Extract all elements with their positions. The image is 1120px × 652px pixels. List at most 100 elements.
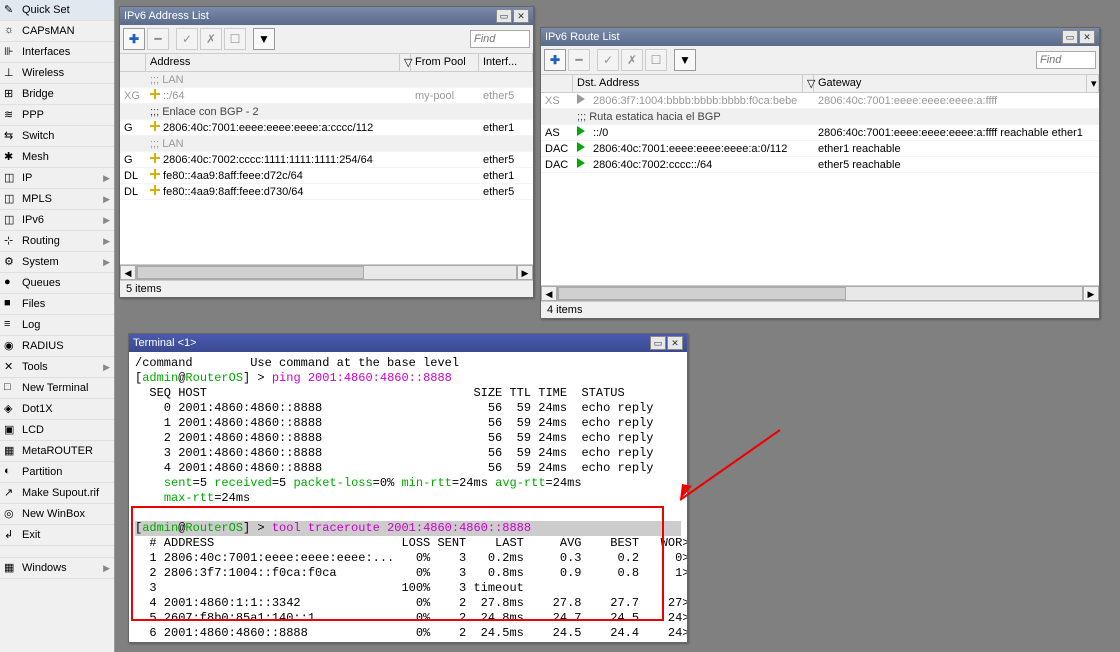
table-row[interactable]: ;;; Enlace con BGP - 2: [120, 104, 533, 120]
close-button[interactable]: ✕: [513, 9, 529, 23]
table-row[interactable]: DL fe80::4aa9:8aff:feee:d72c/64ether1: [120, 168, 533, 184]
sidebar-item-ppp[interactable]: ≋PPP: [0, 105, 114, 126]
menu-icon: ◫: [4, 192, 18, 206]
status-bar: 5 items: [120, 280, 533, 297]
address-icon: [150, 121, 160, 131]
window-titlebar[interactable]: IPv6 Address List ▭ ✕: [120, 7, 533, 25]
windows-icon: ▦: [4, 561, 18, 575]
enable-button[interactable]: ✓: [597, 49, 619, 71]
comment-button[interactable]: ☐: [645, 49, 667, 71]
sidebar-item-label: Switch: [22, 130, 110, 142]
sidebar-item-tools[interactable]: ✕Tools▶: [0, 357, 114, 378]
sidebar-item-dot1x[interactable]: ◈Dot1X: [0, 399, 114, 420]
menu-icon: ●: [4, 276, 18, 290]
menu-icon: ≡: [4, 318, 18, 332]
table-row[interactable]: DAC2806:40c:7001:eeee:eeee:eeee:a:0/112e…: [541, 141, 1099, 157]
sidebar-item-label: MPLS: [22, 193, 103, 205]
col-address[interactable]: Address: [146, 54, 400, 71]
sidebar-item-label: Queues: [22, 277, 110, 289]
sidebar-item-log[interactable]: ≡Log: [0, 315, 114, 336]
sidebar-item-queues[interactable]: ● Queues: [0, 273, 114, 294]
table-row[interactable]: G 2806:40c:7002:cccc:1111:1111:1111:254/…: [120, 152, 533, 168]
find-input[interactable]: [1036, 51, 1096, 69]
sort-indicator: ▽: [400, 54, 411, 71]
sidebar-item-partition[interactable]: ◐Partition: [0, 462, 114, 483]
table-row[interactable]: G 2806:40c:7001:eeee:eeee:eeee:a:cccc/11…: [120, 120, 533, 136]
minimize-button[interactable]: ▭: [496, 9, 512, 23]
col-dst-address[interactable]: Dst. Address: [573, 75, 803, 92]
menu-icon: ⊪: [4, 45, 18, 59]
close-button[interactable]: ✕: [1079, 30, 1095, 44]
terminal-output[interactable]: /command Use command at the base level[a…: [129, 352, 687, 642]
col-gateway[interactable]: Gateway: [814, 75, 1087, 92]
sidebar-item-metarouter[interactable]: ▦MetaROUTER: [0, 441, 114, 462]
col-from-pool[interactable]: From Pool: [411, 54, 479, 71]
filter-button[interactable]: ▼: [674, 49, 696, 71]
menu-icon: ◫: [4, 171, 18, 185]
sidebar-item-ipv6[interactable]: ◫IPv6▶: [0, 210, 114, 231]
table-row[interactable]: XS2806:3f7:1004:bbbb:bbbb:bbbb:f0ca:bebe…: [541, 93, 1099, 109]
find-input[interactable]: [470, 30, 530, 48]
sidebar-item-files[interactable]: ■Files: [0, 294, 114, 315]
disable-button[interactable]: ✗: [621, 49, 643, 71]
table-row[interactable]: DAC2806:40c:7002:cccc::/64ether5 reachab…: [541, 157, 1099, 173]
sidebar-item-make-supout.rif[interactable]: ↗Make Supout.rif: [0, 483, 114, 504]
table-row[interactable]: ;;; LAN: [120, 136, 533, 152]
menu-icon: ▣: [4, 423, 18, 437]
sidebar-item-ip[interactable]: ◫IP▶: [0, 168, 114, 189]
window-titlebar[interactable]: IPv6 Route List ▭ ✕: [541, 28, 1099, 46]
add-button[interactable]: ✚: [123, 28, 145, 50]
add-button[interactable]: ✚: [544, 49, 566, 71]
remove-button[interactable]: ━: [147, 28, 169, 50]
window-titlebar[interactable]: Terminal <1> ▭ ✕: [129, 334, 687, 352]
menu-icon: ⊹: [4, 234, 18, 248]
sidebar-item-wireless[interactable]: ⊥Wireless: [0, 63, 114, 84]
table-header: Dst. Address ▽ Gateway ▾: [541, 75, 1099, 93]
sidebar-item-new-terminal[interactable]: □New Terminal: [0, 378, 114, 399]
sidebar-item-capsman[interactable]: ☼CAPsMAN: [0, 21, 114, 42]
window-title: Terminal <1>: [133, 337, 649, 349]
close-button[interactable]: ✕: [667, 336, 683, 350]
menu-icon: ✱: [4, 150, 18, 164]
address-icon: [150, 89, 160, 99]
minimize-button[interactable]: ▭: [1062, 30, 1078, 44]
sidebar-item-interfaces[interactable]: ⊪Interfaces: [0, 42, 114, 63]
col-dropdown[interactable]: ▾: [1087, 75, 1099, 92]
minimize-button[interactable]: ▭: [650, 336, 666, 350]
sidebar-item-switch[interactable]: ⇆Switch: [0, 126, 114, 147]
horizontal-scrollbar[interactable]: ◀ ▶: [541, 285, 1099, 301]
disable-button[interactable]: ✗: [200, 28, 222, 50]
table-row[interactable]: ;;; LAN: [120, 72, 533, 88]
terminal-window: Terminal <1> ▭ ✕ /command Use command at…: [128, 333, 688, 643]
filter-button[interactable]: ▼: [253, 28, 275, 50]
sidebar-item-mpls[interactable]: ◫MPLS▶: [0, 189, 114, 210]
table-row[interactable]: AS::/02806:40c:7001:eeee:eeee:eeee:a:fff…: [541, 125, 1099, 141]
enable-button[interactable]: ✓: [176, 28, 198, 50]
sidebar-item-quick-set[interactable]: ✎Quick Set: [0, 0, 114, 21]
table-row[interactable]: XG ::/64my-poolether5: [120, 88, 533, 104]
sidebar-item-new-winbox[interactable]: ◎New WinBox: [0, 504, 114, 525]
sidebar-item-label: Routing: [22, 235, 103, 247]
sidebar-item-lcd[interactable]: ▣LCD: [0, 420, 114, 441]
sidebar-item-system[interactable]: ⚙System▶: [0, 252, 114, 273]
sidebar-item-mesh[interactable]: ✱Mesh: [0, 147, 114, 168]
sidebar-item-routing[interactable]: ⊹Routing▶: [0, 231, 114, 252]
sidebar-item-exit[interactable]: ↲Exit: [0, 525, 114, 546]
menu-icon: ✎: [4, 3, 18, 17]
toolbar: ✚ ━ ✓ ✗ ☐ ▼: [120, 25, 533, 54]
menu-icon: □: [4, 381, 18, 395]
sidebar-item-label: IP: [22, 172, 103, 184]
sidebar-item-windows[interactable]: ▦ Windows ▶: [0, 558, 114, 579]
table-row[interactable]: DL fe80::4aa9:8aff:feee:d730/64ether5: [120, 184, 533, 200]
menu-icon: ☼: [4, 24, 18, 38]
sidebar-item-label: Windows: [22, 562, 103, 574]
sidebar-item-radius[interactable]: ◉RADIUS: [0, 336, 114, 357]
menu-icon: ⚙: [4, 255, 18, 269]
comment-button[interactable]: ☐: [224, 28, 246, 50]
sidebar-item-bridge[interactable]: ⊞Bridge: [0, 84, 114, 105]
table-row[interactable]: ;;; Ruta estatica hacia el BGP: [541, 109, 1099, 125]
col-interface[interactable]: Interf...: [479, 54, 533, 71]
sidebar-item-label: Bridge: [22, 88, 110, 100]
horizontal-scrollbar[interactable]: ◀ ▶: [120, 264, 533, 280]
remove-button[interactable]: ━: [568, 49, 590, 71]
